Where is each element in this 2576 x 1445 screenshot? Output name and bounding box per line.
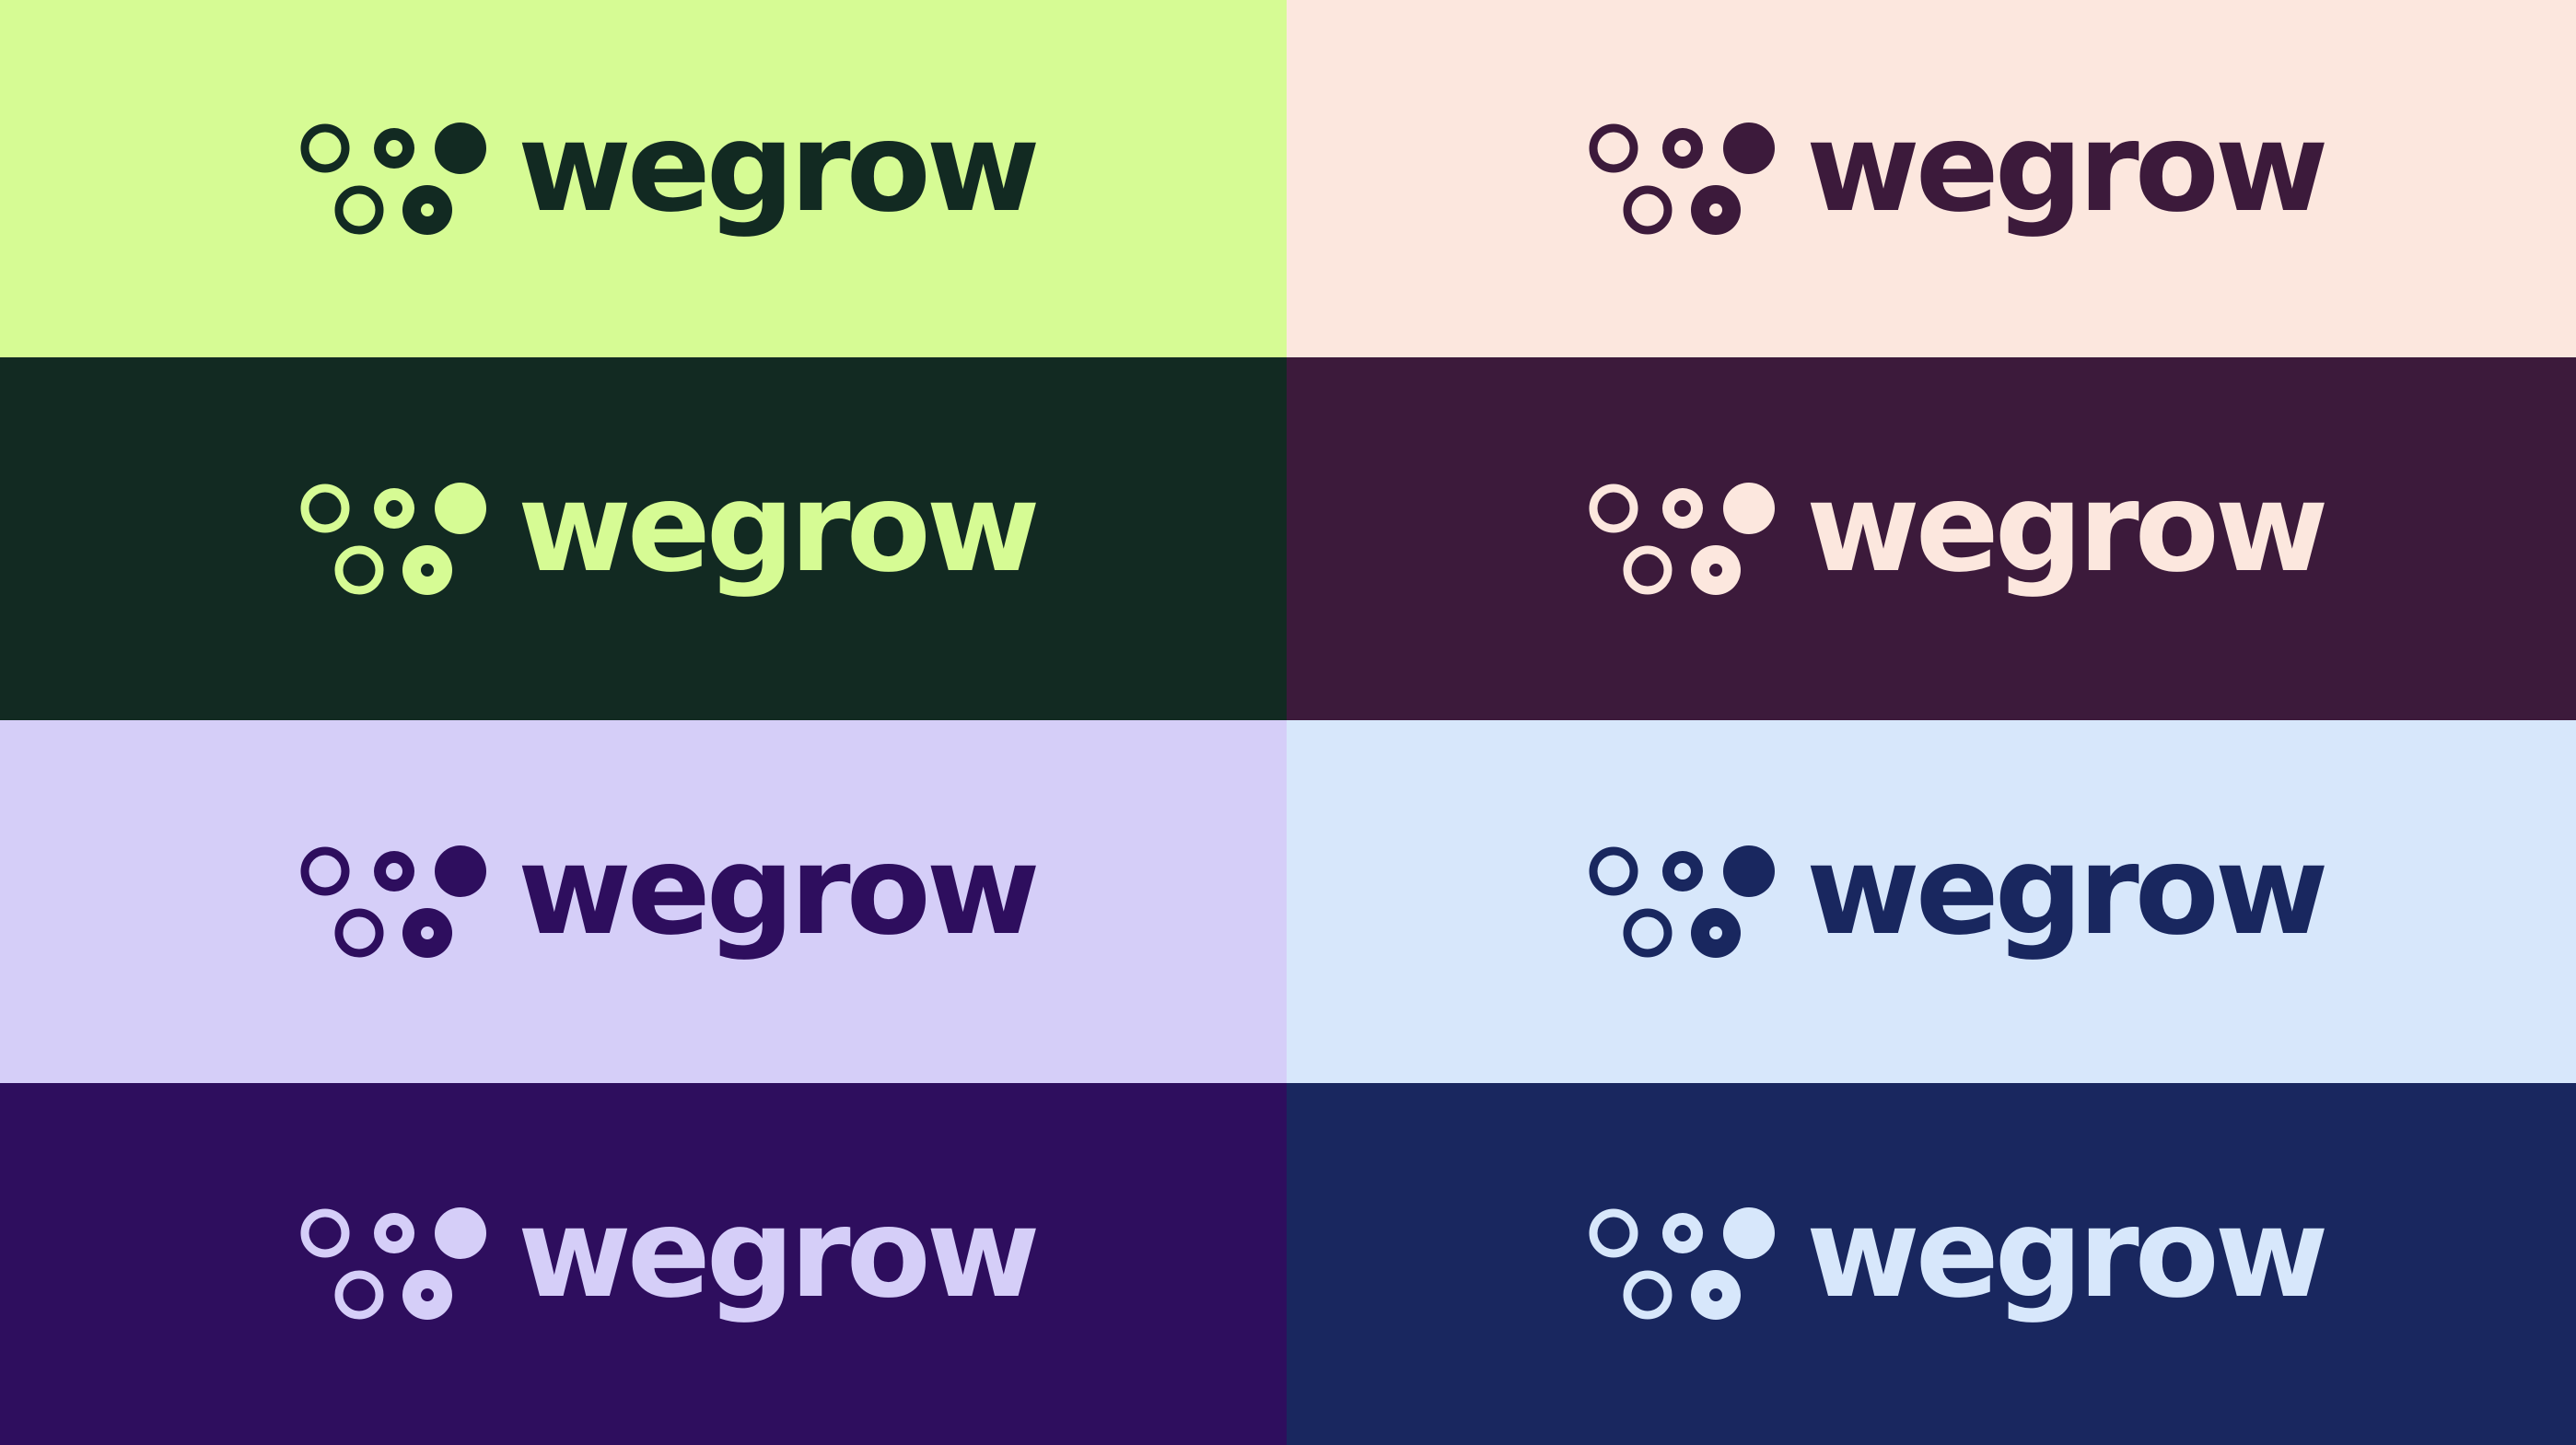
wordmark: wegrow (518, 1181, 1041, 1325)
logo-tile-dark-green: wegrow (0, 357, 1287, 720)
logo-tile-plum: wegrow (1287, 357, 2576, 720)
logo-mark-icon (300, 845, 486, 958)
logo-tile-navy: wegrow (1287, 1083, 2576, 1445)
logo-mark-icon (300, 482, 486, 595)
logo-lockup: wegrow (297, 466, 1041, 600)
wordmark: wegrow (518, 456, 1041, 600)
wordmark: wegrow (1806, 819, 2329, 962)
logo-lockup: wegrow (297, 106, 1041, 240)
logo-color-variations-grid: wegrow wegrow wegrow wegrow wegrow wegro… (0, 0, 2576, 1445)
logo-mark-icon (1589, 1207, 1775, 1320)
logo-tile-light-blue: wegrow (1287, 720, 2576, 1083)
logo-tile-peach: wegrow (1287, 0, 2576, 357)
logo-lockup: wegrow (297, 829, 1041, 963)
logo-lockup: wegrow (1586, 829, 2329, 963)
logo-lockup: wegrow (1586, 106, 2329, 240)
logo-mark-icon (1589, 845, 1775, 958)
logo-lockup: wegrow (297, 1192, 1041, 1326)
logo-mark-icon (300, 122, 486, 235)
logo-tile-deep-purple: wegrow (0, 1083, 1287, 1445)
wordmark: wegrow (1806, 456, 2329, 600)
logo-tile-lime: wegrow (0, 0, 1287, 357)
logo-lockup: wegrow (1586, 466, 2329, 600)
wordmark: wegrow (1806, 96, 2329, 239)
logo-mark-icon (1589, 122, 1775, 235)
wordmark: wegrow (518, 819, 1041, 962)
logo-mark-icon (300, 1207, 486, 1320)
logo-tile-lavender: wegrow (0, 720, 1287, 1083)
wordmark: wegrow (1806, 1181, 2329, 1325)
wordmark: wegrow (518, 96, 1041, 239)
logo-lockup: wegrow (1586, 1192, 2329, 1326)
logo-mark-icon (1589, 482, 1775, 595)
